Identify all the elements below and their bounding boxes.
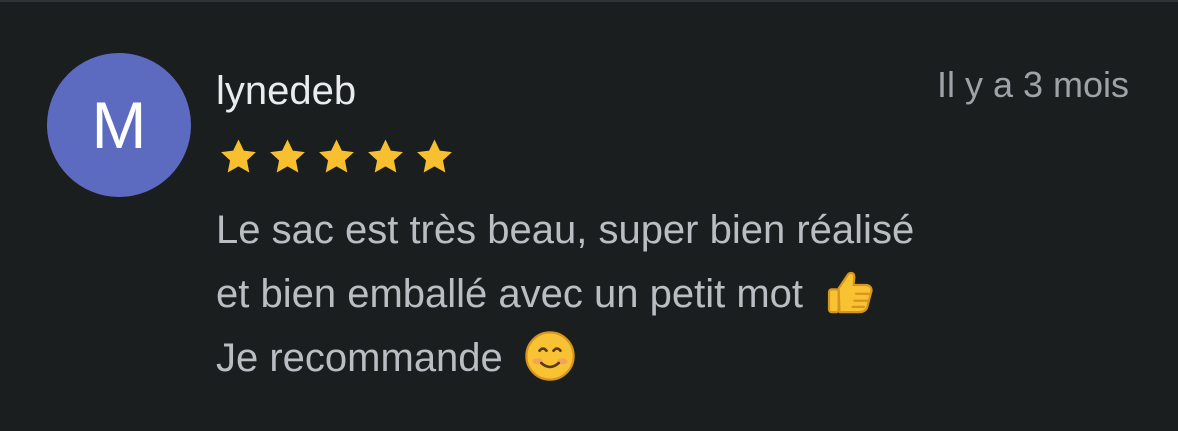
review-card: M lynedeb Il y a 3 mois Le sac est très … xyxy=(0,0,1178,431)
star-rating xyxy=(216,136,457,180)
star-icon xyxy=(319,139,354,173)
review-line: et bien emballé avec un petit mot xyxy=(216,262,1116,326)
avatar[interactable]: M xyxy=(47,53,191,197)
star-icon xyxy=(417,139,452,173)
review-line-text: et bien emballé avec un petit mot xyxy=(216,272,804,316)
star-icon xyxy=(270,139,305,173)
star-icon xyxy=(368,139,403,173)
review-line-text: Je recommande xyxy=(216,336,503,380)
review-line-text: Le sac est très beau, super bien réalisé xyxy=(216,208,915,252)
review-text: Le sac est très beau, super bien réalisé… xyxy=(216,198,1116,390)
avatar-initial: M xyxy=(91,88,147,162)
review-line: Je recommande xyxy=(216,326,1116,390)
smiling-face-icon xyxy=(525,331,575,382)
thumbs-up-icon xyxy=(828,272,873,314)
star-icon xyxy=(221,139,256,173)
review-line: Le sac est très beau, super bien réalisé xyxy=(216,198,1116,262)
review-timestamp: Il y a 3 mois xyxy=(936,64,1129,105)
review-author[interactable]: lynedeb xyxy=(216,68,356,114)
